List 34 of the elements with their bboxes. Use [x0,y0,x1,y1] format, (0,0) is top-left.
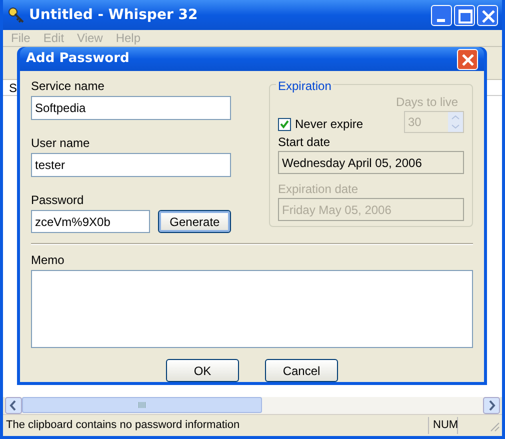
key-icon [7,6,25,24]
column-header: S [9,80,18,96]
field-label: Password [31,192,85,209]
text-field[interactable]: Softpedia [31,96,231,120]
close-button[interactable] [457,48,478,70]
text-field[interactable]: tester [31,153,231,177]
never-expire-checkbox[interactable]: Never expire [278,115,364,133]
field-label: Memo [31,252,66,269]
cancel-button[interactable]: Cancel [265,359,338,382]
expiration-date-field: Friday May 05, 2006 [278,198,464,221]
minimize-button[interactable] [431,4,452,26]
resize-grip-icon[interactable] [488,420,500,432]
field-label: Days to live [396,94,458,111]
horizontal-scrollbar[interactable] [5,397,500,414]
scrollbar-thumb[interactable] [22,397,262,413]
ok-button[interactable]: OK [166,359,239,382]
window-title: Untitled - Whisper 32 [29,6,199,24]
scroll-left-button[interactable] [5,397,22,414]
memo-field[interactable] [31,270,473,348]
dialog-title: Add Password [26,50,130,68]
status-panel: NUM [428,417,458,434]
status-message: The clipboard contains no password information [5,418,241,434]
start-date-field: Wednesday April 05, 2006 [278,151,464,174]
close-button[interactable] [477,4,498,26]
password-field[interactable]: zceVm%9X0b [31,210,150,233]
field-label: Start date [278,134,332,151]
field-label: Service name [31,78,106,95]
minimize-icon [437,18,445,22]
field-label: Expiration date [278,181,360,198]
field-label: User name [31,135,91,152]
generate-button[interactable]: Generate [158,210,231,233]
scroll-right-button[interactable] [483,397,500,414]
checkbox[interactable] [278,118,291,130]
maximize-button[interactable] [454,4,475,26]
